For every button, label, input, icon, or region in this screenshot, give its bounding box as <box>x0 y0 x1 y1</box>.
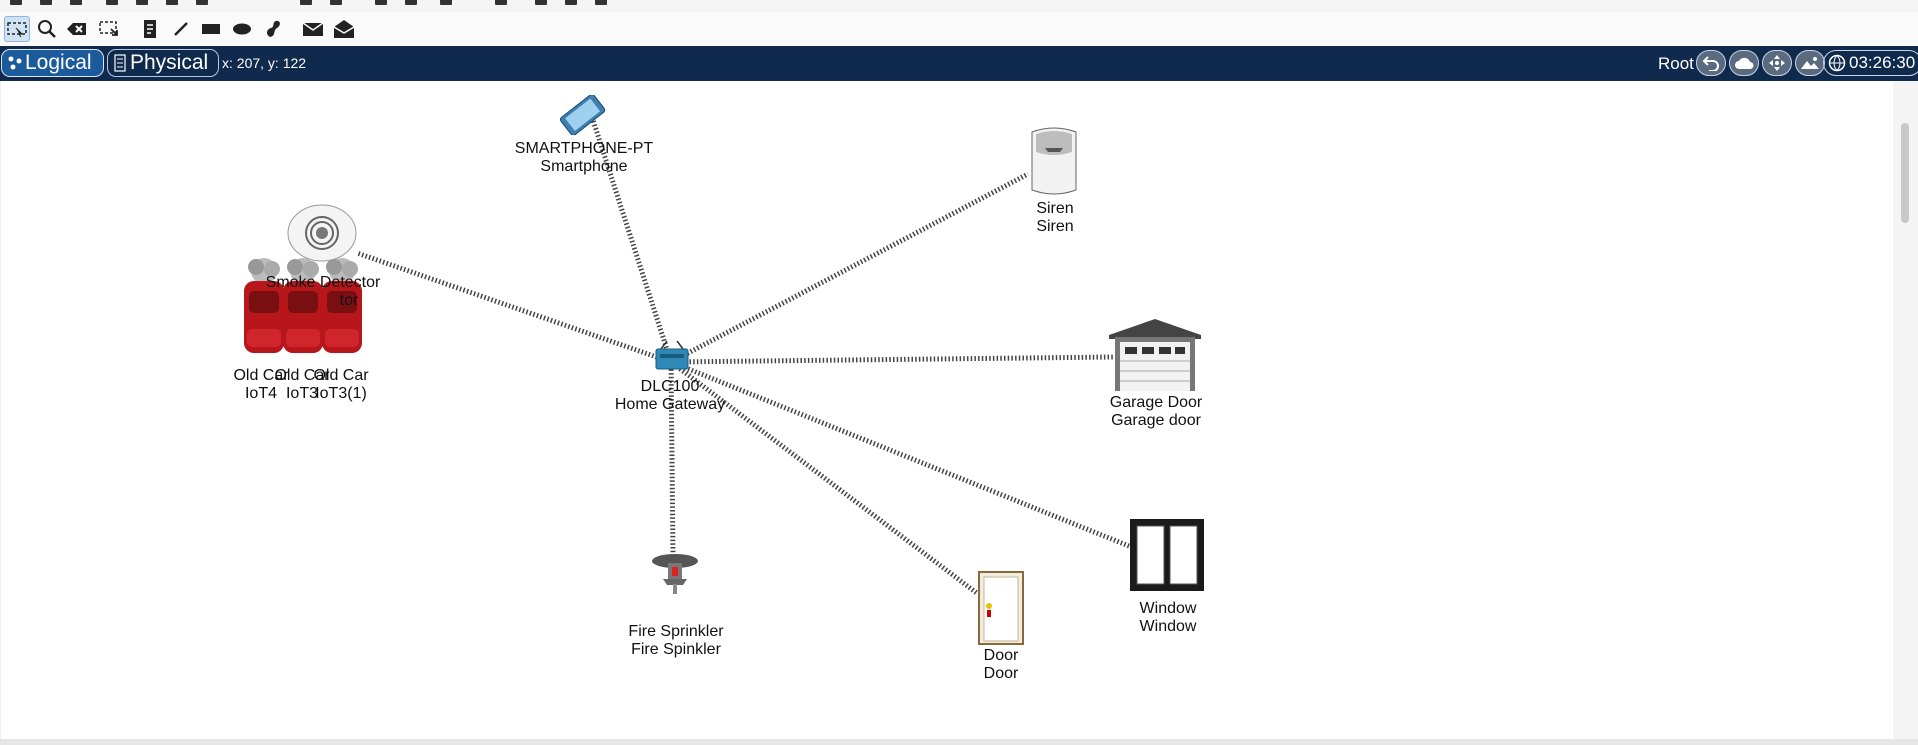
resize-icon[interactable] <box>96 16 122 42</box>
logical-icon <box>8 56 22 70</box>
window-label: Window Window <box>1139 600 1197 635</box>
toolbar <box>0 12 1918 46</box>
fire-sprinkler-icon[interactable] <box>651 551 699 595</box>
select-icon[interactable] <box>4 16 30 42</box>
link-window <box>670 359 1130 549</box>
background-image-icon[interactable] <box>1795 50 1825 76</box>
smartphone-label: SMARTPHONE-PT Smartphone <box>514 140 654 175</box>
link-garage-door <box>670 354 1114 365</box>
ellipse-icon[interactable] <box>229 16 255 42</box>
siren-icon[interactable] <box>1028 126 1080 198</box>
tab-logical[interactable]: Logical <box>1 49 104 77</box>
physical-icon <box>114 54 126 72</box>
link-siren <box>669 171 1030 365</box>
horizontal-scrollbar[interactable] <box>0 739 1918 745</box>
simple-pdu-icon[interactable] <box>300 16 326 42</box>
door-icon[interactable] <box>978 571 1024 645</box>
note-icon[interactable] <box>137 16 163 42</box>
globe-clock-icon <box>1828 54 1846 72</box>
back-icon[interactable] <box>1696 50 1726 76</box>
clock-time: 03:26:30 <box>1849 53 1916 72</box>
old-car-iot3-1-label: Old Car IoT3(1) <box>313 367 369 402</box>
home-gateway-label: DLC100 Home Gateway <box>614 378 726 413</box>
cursor-coordinates: x: 207, y: 122 <box>222 55 307 71</box>
freeform-icon[interactable] <box>260 16 286 42</box>
line-icon[interactable] <box>168 16 194 42</box>
zoom-icon[interactable] <box>34 16 60 42</box>
workspace-bar: Logical Physical x: 207, y: 122 Root 03:… <box>0 46 1918 81</box>
vertical-scroll-thumb[interactable] <box>1901 123 1909 223</box>
rectangle-icon[interactable] <box>198 16 224 42</box>
siren-label: Siren Siren <box>1036 200 1074 235</box>
home-gateway-icon[interactable] <box>653 339 691 373</box>
window-icon[interactable] <box>1129 518 1205 592</box>
door-label: Door Door <box>983 647 1019 682</box>
fire-sprinkler-label: Fire Sprinkler Fire Spinkler <box>628 623 724 658</box>
tab-logical-label: Logical <box>25 51 92 74</box>
link-smoke-detector <box>356 250 672 365</box>
simulation-clock[interactable]: 03:26:30 <box>1823 50 1918 76</box>
tab-physical[interactable]: Physical <box>107 49 219 77</box>
garage-door-label: Garage Door Garage door <box>1109 394 1203 429</box>
link-layer <box>356 116 1130 596</box>
cloud-icon[interactable] <box>1729 50 1759 76</box>
smartphone-icon[interactable] <box>554 95 614 135</box>
root-label: Root <box>1658 54 1694 73</box>
vertical-scrollbar[interactable] <box>1893 81 1918 739</box>
tab-physical-label: Physical <box>130 51 209 74</box>
garage-door-icon[interactable] <box>1109 317 1201 393</box>
move-icon[interactable] <box>1762 50 1792 76</box>
logical-workspace[interactable]: SMARTPHONE-PT Smartphone Siren Siren Smo… <box>1 81 1893 739</box>
complex-pdu-icon[interactable] <box>331 16 357 42</box>
smoke-detector-label: Smoke Detector tor <box>265 274 381 309</box>
delete-icon[interactable] <box>64 16 90 42</box>
